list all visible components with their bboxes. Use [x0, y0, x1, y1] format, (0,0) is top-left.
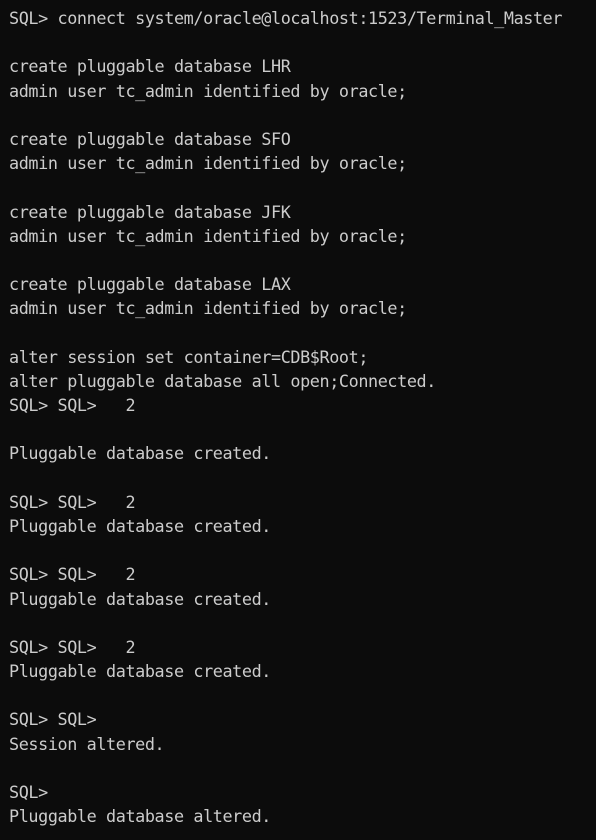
- terminal-line: admin user tc_admin identified by oracle…: [9, 80, 407, 101]
- terminal-line: SQL> SQL> 2: [9, 395, 136, 415]
- terminal-line: SQL> connect system/oracle@localhost:152…: [9, 8, 563, 28]
- terminal-line: Pluggable database altered.: [9, 806, 271, 827]
- terminal-line: create pluggable database JFK: [9, 201, 291, 222]
- terminal-line: SQL>: [9, 782, 48, 802]
- terminal-line: alter session set container=CDB$Root;: [9, 346, 369, 367]
- terminal-line: alter pluggable database all open;Connec…: [9, 370, 436, 391]
- terminal-line: admin user tc_admin identified by oracle…: [9, 225, 407, 246]
- terminal-line: SQL> SQL> 2: [9, 636, 136, 657]
- terminal-line: SQL> SQL> 2: [9, 491, 136, 512]
- terminal-line: create pluggable database LAX: [9, 274, 291, 295]
- terminal-line: SQL> SQL> 2: [9, 564, 136, 585]
- terminal-line: admin user tc_admin identified by oracle…: [9, 298, 407, 319]
- terminal-line: create pluggable database SFO: [9, 128, 291, 149]
- terminal-line: SQL> SQL>: [9, 709, 97, 730]
- terminal-line: Pluggable database created.: [9, 443, 271, 464]
- terminal-window[interactable]: SQL> connect system/oracle@localhost:152…: [0, 0, 596, 840]
- terminal-line: admin user tc_admin identified by oracle…: [9, 153, 407, 174]
- terminal-line: Pluggable database created.: [9, 588, 271, 609]
- terminal-line: Session altered.: [9, 733, 165, 754]
- terminal-line: Pluggable database created.: [9, 661, 271, 682]
- terminal-line: create pluggable database LHR: [9, 56, 291, 77]
- terminal-line: Pluggable database created.: [9, 515, 271, 536]
